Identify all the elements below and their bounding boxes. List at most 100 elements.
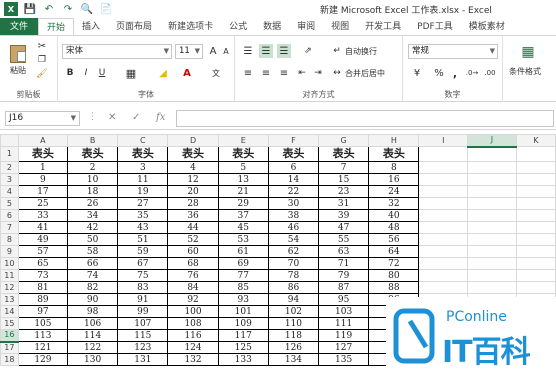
cell[interactable]: 117 [217, 329, 269, 342]
tab-page-layout[interactable]: 页面布局 [108, 18, 160, 36]
name-box[interactable]: J16 ▼ [5, 111, 80, 126]
cell[interactable]: 36 [167, 209, 219, 222]
number-format-select[interactable]: 常规 ▼ [408, 44, 498, 59]
cell[interactable]: 表头 [67, 146, 119, 162]
cell[interactable]: 69 [217, 257, 269, 270]
cell[interactable] [467, 197, 517, 210]
cell[interactable] [515, 245, 556, 258]
cell[interactable] [515, 146, 556, 162]
merge-center-icon[interactable]: ↔ [331, 66, 343, 80]
cell[interactable]: 34 [67, 209, 119, 222]
cell[interactable] [515, 269, 556, 282]
cell[interactable]: 87 [318, 281, 370, 294]
align-bottom-icon[interactable]: ☰ [277, 44, 291, 58]
cell[interactable]: 26 [67, 197, 119, 210]
cell[interactable] [515, 209, 556, 222]
save-icon[interactable]: 💾 [23, 2, 37, 16]
cell[interactable]: 91 [117, 293, 169, 306]
align-center-icon[interactable]: ≡ [259, 66, 273, 80]
cell[interactable]: 103 [318, 305, 370, 318]
cell[interactable]: 123 [117, 341, 169, 354]
row-header[interactable]: 5 [0, 197, 19, 210]
row-header[interactable]: 1 [0, 146, 19, 162]
column-header[interactable]: H [368, 134, 420, 147]
row-header[interactable]: 18 [0, 353, 19, 366]
cell[interactable]: 52 [167, 233, 219, 246]
cell[interactable]: 60 [167, 245, 219, 258]
column-header[interactable]: A [17, 134, 69, 147]
cell[interactable]: 表头 [318, 146, 370, 162]
cell[interactable]: 37 [217, 209, 269, 222]
cell[interactable]: 32 [368, 197, 420, 210]
cell[interactable]: 122 [67, 341, 119, 354]
cell[interactable]: 64 [368, 245, 420, 258]
cell[interactable]: 63 [318, 245, 370, 258]
column-header[interactable]: D [167, 134, 219, 147]
select-all-corner[interactable] [0, 134, 19, 147]
cell[interactable] [515, 257, 556, 270]
cell[interactable] [467, 185, 517, 198]
cell[interactable]: 表头 [167, 146, 219, 162]
row-header[interactable]: 17 [0, 341, 19, 354]
cell[interactable]: 132 [167, 353, 219, 366]
tab-developer[interactable]: 开发工具 [357, 18, 409, 36]
row-header[interactable]: 14 [0, 305, 19, 318]
cell[interactable] [467, 221, 517, 234]
cell[interactable] [467, 161, 517, 174]
row-header[interactable]: 12 [0, 281, 19, 294]
cell[interactable]: 表头 [17, 146, 69, 162]
cell[interactable]: 44 [167, 221, 219, 234]
paste-button[interactable]: 粘贴 [6, 40, 30, 80]
copy-icon[interactable]: ❐ [36, 54, 48, 66]
cell[interactable]: 82 [67, 281, 119, 294]
row-header[interactable]: 16 [0, 329, 19, 343]
cell[interactable]: 5 [217, 161, 269, 174]
cell[interactable]: 92 [167, 293, 219, 306]
merge-center-button[interactable]: 合并后居中 [345, 68, 385, 79]
cell[interactable]: 73 [17, 269, 69, 282]
cell[interactable]: 31 [318, 197, 370, 210]
column-header[interactable]: B [67, 134, 119, 147]
cell[interactable] [418, 197, 469, 210]
cell[interactable]: 17 [17, 185, 69, 198]
cell[interactable]: 107 [117, 317, 169, 330]
align-left-icon[interactable]: ≡ [241, 66, 255, 80]
cell[interactable]: 28 [167, 197, 219, 210]
row-header[interactable]: 13 [0, 293, 19, 306]
cell[interactable] [418, 185, 469, 198]
cell[interactable]: 86 [267, 281, 320, 294]
row-header[interactable]: 6 [0, 209, 19, 222]
cell[interactable] [515, 161, 556, 174]
cell[interactable]: 40 [368, 209, 420, 222]
tab-new-tab[interactable]: 新建选项卡 [160, 18, 221, 36]
font-size-select[interactable]: 11 ▼ [175, 44, 203, 59]
cell[interactable]: 54 [267, 233, 320, 246]
row-header[interactable]: 7 [0, 221, 19, 234]
cut-icon[interactable]: ✂ [36, 40, 48, 52]
cell[interactable] [418, 209, 469, 222]
cell[interactable]: 129 [17, 353, 69, 366]
cell[interactable]: 表头 [217, 146, 269, 162]
cell[interactable]: 表头 [368, 146, 420, 162]
tab-pdf-tools[interactable]: PDF工具 [409, 18, 461, 36]
row-header[interactable]: 2 [0, 161, 19, 174]
cell[interactable] [467, 257, 517, 270]
row-header[interactable]: 3 [0, 173, 19, 186]
percent-button[interactable]: % [433, 66, 445, 80]
cell[interactable]: 14 [267, 173, 320, 186]
increase-indent-icon[interactable]: ⇥ [311, 66, 325, 80]
cell[interactable] [515, 281, 556, 294]
cell[interactable]: 48 [368, 221, 420, 234]
cell[interactable]: 53 [217, 233, 269, 246]
cell[interactable]: 116 [167, 329, 219, 342]
cell[interactable]: 65 [17, 257, 69, 270]
cell[interactable]: 119 [318, 329, 370, 342]
cell[interactable]: 29 [217, 197, 269, 210]
grow-font-button[interactable]: A [207, 44, 219, 58]
cell[interactable]: 76 [167, 269, 219, 282]
cell[interactable]: 88 [368, 281, 420, 294]
cell[interactable]: 27 [117, 197, 169, 210]
cell[interactable] [467, 281, 517, 294]
cell[interactable]: 42 [67, 221, 119, 234]
cell[interactable]: 2 [67, 161, 119, 174]
